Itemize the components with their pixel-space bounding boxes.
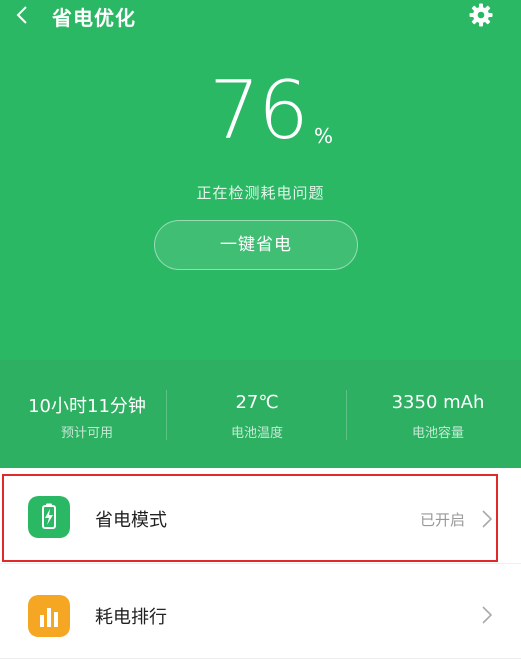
- stat-divider: [346, 390, 347, 440]
- stat-value: 27℃: [235, 392, 279, 413]
- scan-status-text: 正在检测耗电问题: [196, 184, 325, 202]
- stat-label: 预计可用: [60, 426, 113, 441]
- stat-divider: [166, 390, 167, 440]
- percent-sign: %: [314, 124, 334, 148]
- list-item-power-usage-ranking[interactable]: 耗电排行: [0, 565, 521, 659]
- stat-capacity: 3350 mAh 电池容量: [351, 360, 521, 468]
- bar-chart-icon: [28, 595, 70, 637]
- battery-percent: 76: [209, 64, 309, 157]
- stat-value: 3350 mAh: [391, 392, 485, 413]
- battery-percent-display: 76 %: [0, 66, 521, 162]
- back-chevron-icon[interactable]: [14, 3, 30, 27]
- list-item-label: 省电模式: [95, 510, 167, 531]
- stat-label: 电池温度: [230, 426, 283, 441]
- top-bar: 省电优化: [0, 0, 521, 34]
- list-item-status: 已开启: [419, 511, 465, 529]
- one-click-save-button[interactable]: 一键省电: [154, 220, 358, 270]
- stat-value: 10小时11分钟: [28, 396, 146, 417]
- battery-lightning-icon: [28, 496, 70, 538]
- stat-remaining-time: 10小时11分钟 预计可用: [0, 360, 174, 468]
- chevron-right-icon: [482, 606, 493, 624]
- stat-temperature: 27℃ 电池温度: [170, 360, 344, 468]
- stat-label: 电池容量: [411, 426, 464, 441]
- chevron-right-icon: [482, 510, 493, 528]
- list-item-label: 耗电排行: [95, 607, 167, 628]
- gear-icon[interactable]: [469, 3, 493, 27]
- battery-stats: 10小时11分钟 预计可用 27℃ 电池温度 3350 mAh 电池容量: [0, 360, 521, 468]
- list-item-power-saving-mode[interactable]: 省电模式 已开启: [0, 470, 521, 564]
- page-title: 省电优化: [52, 6, 136, 30]
- battery-header: 省电优化 76 % 正在检测耗电问题 一键省电: [0, 0, 521, 360]
